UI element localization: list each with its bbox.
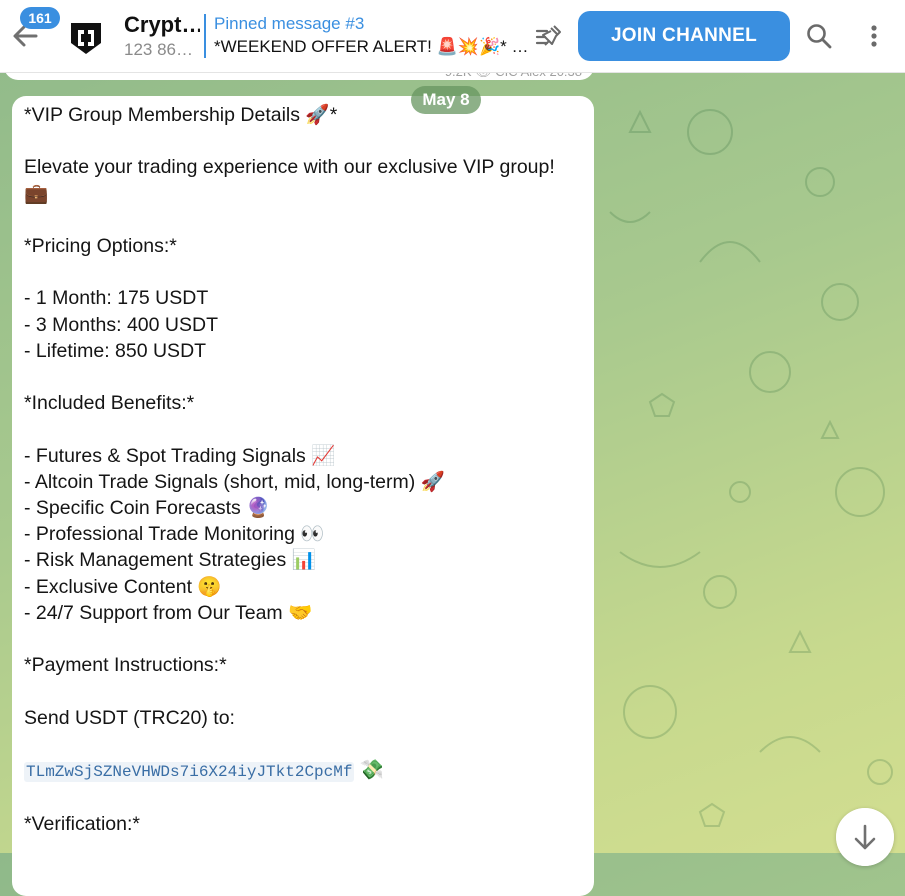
pinned-indicator-bar (204, 14, 206, 58)
message-line: - Exclusive Content 🤫 (24, 575, 222, 598)
message-line: - Professional Trade Monitoring 👀 (24, 523, 325, 546)
join-channel-button[interactable]: JOIN CHANNEL (578, 11, 790, 61)
message-line: *VIP Group Membership Details 🚀* (24, 104, 338, 126)
message-line (24, 364, 584, 390)
arrow-down-icon[interactable] (836, 808, 894, 866)
message-text: *VIP Group Membership Details 🚀* Elevate… (24, 102, 584, 838)
message-line (24, 416, 584, 442)
message-line: - 24/7 Support from Our Team 🤝 (24, 601, 313, 624)
message-line: Send USDT (TRC20) to: (24, 706, 235, 729)
message-line: - 1 Month: 175 USDT (24, 287, 209, 310)
pinned-message-preview[interactable]: *WEEKEND OFFER ALERT! 🚨💥🎉* … (214, 37, 528, 57)
search-icon[interactable] (804, 21, 834, 51)
wallet-address[interactable]: TLmZwSjSZNeVHWDs7i6X24iyJTkt2CpcMf (24, 762, 355, 783)
date-separator: May 8 (411, 86, 481, 114)
message-line: *Payment Instructions:* (24, 654, 227, 677)
subscriber-count: 123 86… (124, 40, 193, 59)
message-line (24, 626, 584, 652)
message-line: Elevate your trading experience with our… (24, 156, 555, 179)
message-line: - Altcoin Trade Signals (short, mid, lon… (24, 470, 445, 493)
message-line (24, 731, 584, 757)
message-lines-after: *Verification:* (24, 785, 584, 837)
channel-logo-icon[interactable] (66, 18, 106, 58)
wallet-address-line: TLmZwSjSZNeVHWDs7i6X24iyJTkt2CpcMf 💸 (24, 757, 584, 785)
message-line: - 3 Months: 400 USDT (24, 313, 218, 336)
pinned-list-icon[interactable] (533, 22, 563, 52)
message-line: - Lifetime: 850 USDT (24, 339, 207, 362)
message-line (24, 259, 584, 285)
chat-header: 161 Crypt… 123 86… Pinned message #3 *WE… (0, 0, 905, 73)
money-emoji: 💸 (359, 759, 385, 782)
message-line (24, 785, 584, 811)
message-line: - Risk Management Strategies 📊 (24, 549, 316, 572)
message-line: - Futures & Spot Trading Signals 📈 (24, 444, 336, 467)
message-line (24, 678, 584, 704)
message-lines: *VIP Group Membership Details 🚀* Elevate… (24, 102, 584, 757)
unread-count-badge: 161 (20, 7, 60, 29)
message-line: 💼 (24, 182, 49, 205)
message-bubble[interactable]: *VIP Group Membership Details 🚀* Elevate… (12, 96, 594, 896)
pinned-message-title[interactable]: Pinned message #3 (214, 14, 364, 34)
message-line: - Specific Coin Forecasts 🔮 (24, 497, 271, 520)
message-line (24, 207, 584, 233)
message-line: *Pricing Options:* (24, 235, 177, 258)
message-line: *Verification:* (24, 813, 140, 836)
message-line: *Included Benefits:* (24, 392, 195, 415)
chat-title[interactable]: Crypt… (124, 12, 200, 38)
more-vertical-icon[interactable] (860, 21, 888, 51)
message-line (24, 128, 584, 154)
